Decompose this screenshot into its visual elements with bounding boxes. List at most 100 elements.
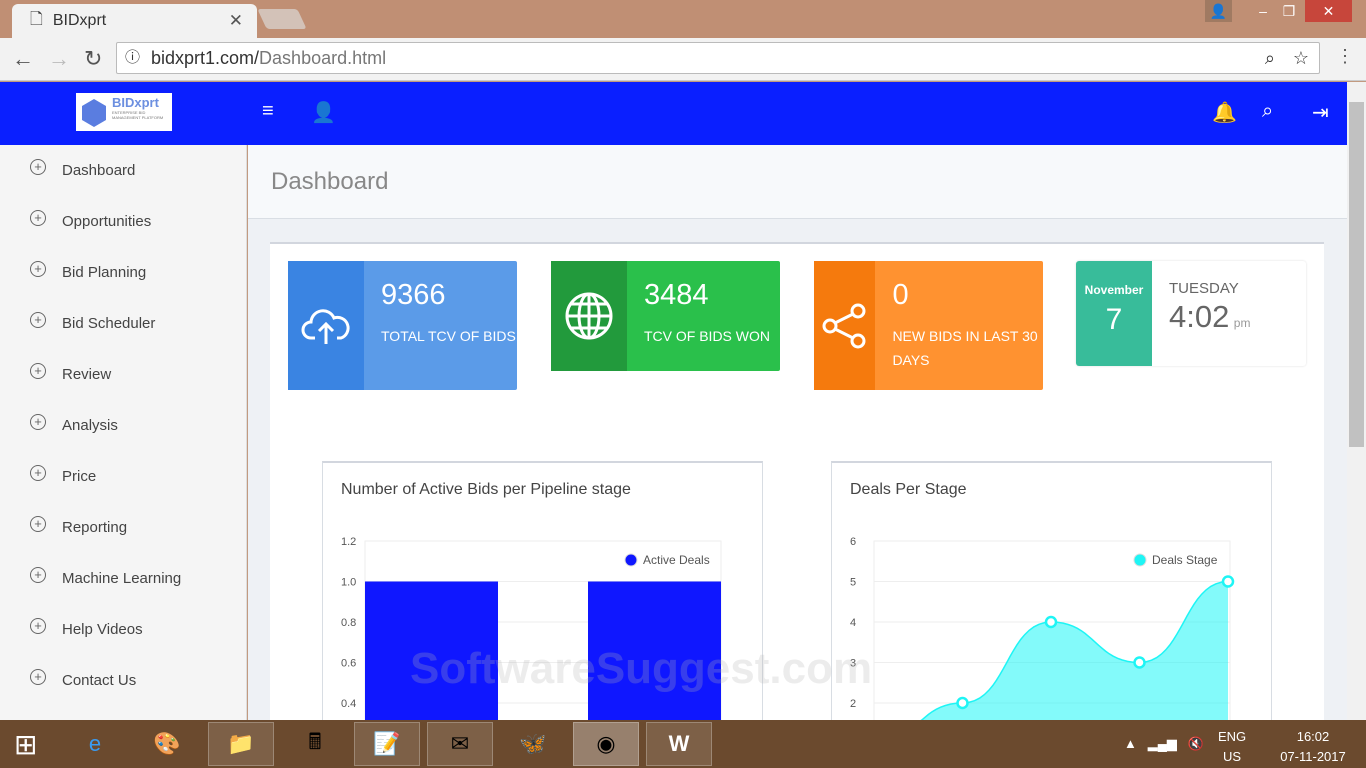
stat-card[interactable]: 3484 TCV OF BIDS WON: [551, 261, 780, 371]
stat-value: 0: [892, 279, 909, 311]
clock[interactable]: 16:02 07-11-2017: [1268, 727, 1358, 767]
notepad-icon[interactable]: 📝: [354, 722, 420, 766]
stat-value: 9366: [381, 279, 446, 311]
plus-circle-icon: +: [30, 413, 46, 430]
legend-marker: [624, 553, 638, 567]
explorer-icon[interactable]: 📁: [208, 722, 274, 766]
minimize-button[interactable]: –: [1250, 0, 1276, 22]
user-icon[interactable]: 👤: [1205, 0, 1232, 22]
language-label[interactable]: ENG: [1218, 727, 1246, 747]
info-icon: ⓘ: [125, 49, 141, 66]
ampm-label: pm: [1233, 316, 1251, 330]
date-widget: November 7 TUESDAY 4:02 pm: [1076, 261, 1306, 366]
sidebar-item[interactable]: + Machine Learning: [0, 553, 246, 604]
bell-icon[interactable]: 🔔: [1212, 100, 1237, 125]
bookmark-star-icon[interactable]: ☆: [1293, 43, 1309, 73]
stat-label: TOTAL TCV OF BIDS: [381, 328, 516, 344]
plus-circle-icon: +: [30, 515, 46, 532]
reload-icon[interactable]: ↻: [84, 46, 102, 72]
data-point: [1133, 656, 1146, 669]
plus-circle-icon: +: [30, 362, 46, 379]
sidebar-item-label: Review: [62, 366, 112, 383]
hamburger-menu-icon[interactable]: ≡: [262, 100, 274, 123]
close-window-button[interactable]: ✕: [1305, 0, 1352, 22]
plus-circle-icon: +: [30, 464, 46, 481]
plus-circle-icon: +: [30, 617, 46, 634]
tab-title: BIDxprt: [52, 12, 107, 29]
forward-icon[interactable]: →: [48, 46, 70, 72]
sidebar-item[interactable]: + Opportunities: [0, 196, 246, 247]
zoom-icon[interactable]: ⌕: [1265, 43, 1275, 73]
sidebar-item[interactable]: + Help Videos: [0, 604, 246, 655]
plus-circle-icon: +: [30, 566, 46, 583]
legend-label: Active Deals: [643, 553, 710, 567]
sidebar-item-label: Dashboard: [62, 162, 136, 179]
share-icon: [814, 261, 876, 390]
url-input[interactable]: ⓘ bidxprt1.com/Dashboard.html ⌕ ☆: [116, 42, 1320, 74]
logo: BIDxprt ENTERPRISE BID MANAGEMENT PLATFOR…: [76, 93, 172, 131]
logout-icon[interactable]: ⇥: [1312, 100, 1329, 125]
plus-circle-icon: +: [30, 209, 46, 226]
y-tick-label: 2: [850, 698, 856, 710]
start-button[interactable]: ⊞: [14, 728, 37, 761]
sidebar-item-label: Help Videos: [62, 621, 143, 638]
sidebar-item[interactable]: + Analysis: [0, 400, 246, 451]
browser-tab[interactable]: 🗋 BIDxprt ✕: [12, 4, 257, 38]
mail-icon[interactable]: ✉: [427, 722, 493, 766]
butterfly-app-icon[interactable]: 🦋: [500, 722, 566, 766]
stat-label: NEW BIDS IN LAST 30 DAYS: [892, 328, 1038, 368]
chrome-icon[interactable]: ◉: [573, 722, 639, 766]
sidebar-item[interactable]: + Contact Us: [0, 655, 246, 706]
sidebar-item-label: Opportunities: [62, 213, 152, 230]
ie-icon[interactable]: e: [62, 722, 128, 766]
main-content: Dashboard 9366 TOTAL TCV OF BIDS 3484 TCV O…: [248, 145, 1347, 720]
sidebar-item[interactable]: + Review: [0, 349, 246, 400]
watermark: SoftwareSuggest.com: [410, 644, 873, 693]
back-icon[interactable]: ←: [12, 46, 34, 72]
region-label[interactable]: US: [1218, 747, 1246, 767]
page-title: Dashboard: [248, 145, 1347, 219]
dashboard-panel: 9366 TOTAL TCV OF BIDS 3484 TCV OF BIDS WON…: [270, 242, 1324, 720]
sidebar-item-label: Machine Learning: [62, 570, 182, 587]
sidebar-item[interactable]: + Bid Planning: [0, 247, 246, 298]
tray-icons[interactable]: ▲ ▂▄▆ 🔇: [1124, 736, 1204, 752]
chart-title: Number of Active Bids per Pipeline stage: [341, 481, 631, 498]
stat-value: 3484: [644, 279, 709, 311]
paint-icon[interactable]: 🎨: [134, 722, 200, 766]
day-label: 7: [1105, 303, 1123, 336]
sidebar-item[interactable]: + Price: [0, 451, 246, 502]
sidebar-item-label: Bid Scheduler: [62, 315, 156, 332]
deals-per-stage-chart-card: Deals Per Stage 2 3 4 5 6 Deals Stage: [831, 461, 1272, 720]
scrollbar-thumb[interactable]: [1349, 102, 1364, 447]
y-tick-label: 0.8: [341, 617, 356, 629]
stat-card[interactable]: 0 NEW BIDS IN LAST 30 DAYS: [814, 261, 1043, 390]
legend-marker: [1133, 553, 1147, 567]
stat-label: TCV OF BIDS WON: [644, 328, 770, 344]
calculator-icon[interactable]: 🖩: [282, 722, 348, 766]
sidebar-item-label: Price: [62, 468, 97, 485]
plus-circle-icon: +: [30, 158, 46, 175]
maximize-button[interactable]: ❐: [1276, 0, 1302, 22]
sidebar-item[interactable]: + Bid Scheduler: [0, 298, 246, 349]
user-profile-icon[interactable]: 👤: [311, 100, 336, 125]
time-label: 4:02: [1169, 299, 1230, 334]
new-tab-button[interactable]: [257, 9, 307, 29]
url-host: bidxprt1.com/: [151, 48, 260, 68]
data-point: [1221, 575, 1235, 588]
menu-icon[interactable]: ⋮: [1336, 46, 1354, 67]
weekday-label: TUESDAY: [1169, 280, 1239, 297]
scrollbar[interactable]: [1347, 82, 1366, 720]
url-path: Dashboard.html: [259, 48, 387, 68]
search-icon[interactable]: ⌕: [1262, 100, 1273, 123]
y-tick-label: 0.6: [341, 658, 356, 670]
word-icon[interactable]: W: [646, 722, 712, 766]
close-tab-icon[interactable]: ✕: [229, 11, 243, 31]
cloud-upload-icon: [288, 261, 364, 390]
sidebar-item[interactable]: + Reporting: [0, 502, 246, 553]
month-label: November: [1084, 283, 1144, 297]
sidebar-item[interactable]: + Dashboard: [0, 145, 246, 196]
y-tick-label: 5: [850, 577, 856, 589]
taskbar: ⊞ e 🎨 📁 🖩 📝 ✉ 🦋 ◉ W ▲ ▂▄▆ 🔇 ENG US 16:02 0…: [0, 720, 1366, 768]
globe-icon: [551, 261, 627, 371]
stat-card[interactable]: 9366 TOTAL TCV OF BIDS: [288, 261, 517, 390]
